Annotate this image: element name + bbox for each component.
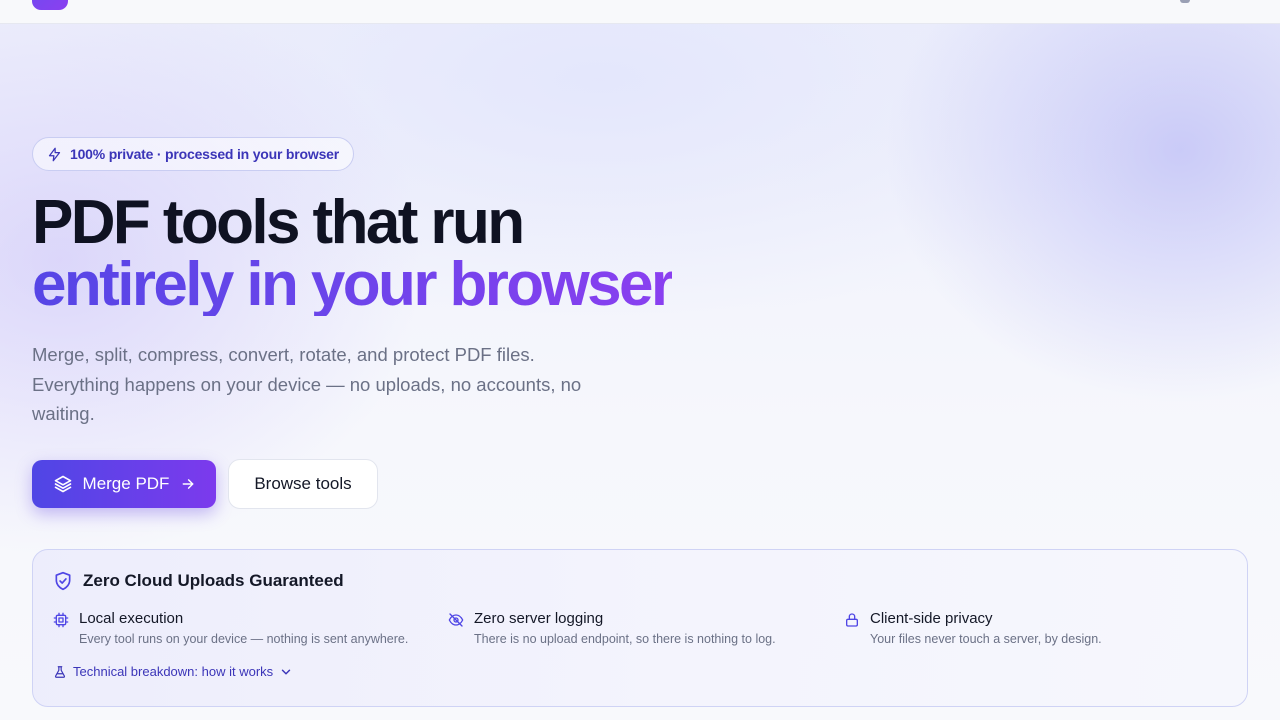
arrow-right-icon [183,479,194,489]
privacy-badge: 100% private · processed in your browser [32,137,354,171]
merge-pdf-button[interactable]: Merge PDF [32,460,216,508]
app-logo[interactable] [32,0,68,10]
chevron-down-icon [281,669,291,674]
shield-check-icon [55,571,71,591]
technical-breakdown-label: Technical breakdown: how it works [73,664,274,679]
lock-icon [846,613,858,627]
zero-uploads-heading: Zero Cloud Uploads Guaranteed [53,571,344,591]
hero-description: Merge, split, compress, convert, rotate,… [32,344,582,424]
page-title: PDF tools that run entirely in your brow… [32,192,675,319]
flask-icon [54,665,66,678]
feature-title: Client-side privacy [870,610,993,627]
lightning-icon [48,147,61,161]
page-title-line1: PDF tools that run [32,188,525,257]
feature-description: Every tool runs on your device — nothing… [79,632,409,646]
eye-off-icon [448,613,464,627]
feature-title: Local execution [79,610,184,627]
feature-title: Zero server logging [474,610,604,627]
page-title-line2: entirely in your browser [32,250,675,319]
hero-section: 100% private · processed in your browser… [32,0,1248,720]
browse-tools-button[interactable]: Browse tools [228,459,378,509]
zero-uploads-title: Zero Cloud Uploads Guaranteed [83,571,344,590]
feature-description: There is no upload endpoint, so there is… [474,632,776,646]
layers-icon [54,475,71,493]
zero-uploads-card: Zero Cloud Uploads Guaranteed Local exec… [32,549,1248,707]
merge-pdf-button-label: Merge PDF [82,474,170,493]
nav-item-stub[interactable] [1180,0,1190,3]
privacy-badge-text: 100% private · processed in your browser [70,146,339,162]
top-navbar [0,0,1280,24]
technical-breakdown-toggle[interactable]: Technical breakdown: how it works [53,664,293,679]
cpu-icon [53,612,69,628]
feature-description: Your files never touch a server, by desi… [870,632,1102,646]
